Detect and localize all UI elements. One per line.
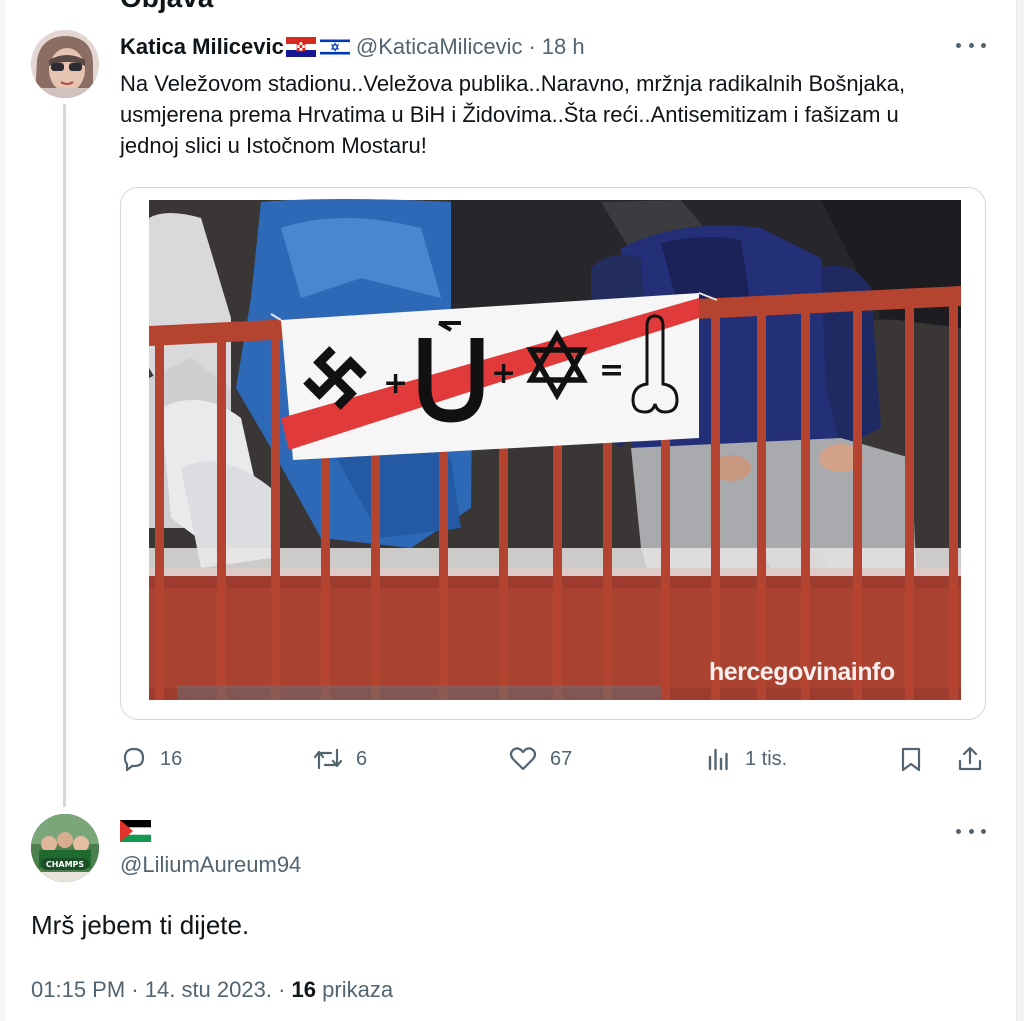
palestine-flag-icon	[120, 820, 151, 842]
more-options-icon[interactable]	[956, 826, 986, 836]
separator-dot: ·	[528, 34, 536, 59]
heart-icon	[509, 747, 537, 771]
repost-count: 6	[356, 747, 368, 770]
reply-author-handle[interactable]: @LiliumAureum94	[120, 852, 301, 878]
bookmark-button[interactable]	[898, 742, 936, 776]
author-name[interactable]: Katica Milicevic	[120, 34, 284, 60]
analytics-icon	[708, 748, 728, 771]
reply-avatar-image: CHAMPS	[31, 814, 99, 882]
repost-button[interactable]: 6	[312, 742, 367, 776]
separator-dot: ·	[131, 977, 139, 1002]
thread-connector-line	[63, 104, 66, 807]
stadium-banner-photo: + + =	[149, 199, 961, 719]
author-handle[interactable]: @KaticaMilicevic	[356, 34, 523, 60]
reply-count: 16	[160, 747, 183, 770]
views-button[interactable]: 1 tis.	[705, 742, 787, 776]
share-button[interactable]	[956, 742, 996, 776]
media-watermark: hercegovinainfo	[709, 658, 895, 686]
croatia-flag-icon	[285, 37, 316, 57]
avatar-text: CHAMPS	[46, 860, 85, 869]
svg-text:+: +	[383, 366, 408, 401]
post-meta: 01:15 PM · 14. stu 2023. · 16 prikaza	[31, 977, 393, 1003]
window-left-edge	[0, 0, 6, 1021]
window-scrollbar[interactable]	[1016, 0, 1024, 1021]
svg-text:+: +	[491, 356, 516, 391]
post-time[interactable]: 01:15 PM	[31, 977, 125, 1002]
author-avatar-image	[31, 30, 99, 98]
view-label: prikaza	[322, 977, 394, 1002]
view-count: 1 tis.	[745, 747, 788, 770]
repost-icon	[313, 748, 343, 770]
tweet-header: Katica Milicevic @KaticaMilicevic · 18 h	[120, 32, 585, 62]
tweet-media-image[interactable]: + + = hercegovinainfo	[120, 187, 986, 720]
post-date[interactable]: 14. stu 2023.	[145, 977, 272, 1002]
page-title: Objava	[120, 0, 213, 14]
view-count: 16	[291, 977, 317, 1002]
israel-flag-icon	[319, 37, 350, 57]
avatar[interactable]: CHAMPS	[31, 814, 99, 882]
reply-button[interactable]: 16	[120, 742, 182, 776]
share-icon	[958, 746, 982, 771]
separator-dot: ·	[278, 977, 286, 1002]
tweet-text: Na Veležovom stadionu..Veležova publika.…	[120, 71, 906, 158]
more-options-icon[interactable]	[956, 40, 986, 50]
tweet-actions-bar: 16 6 67 1 tis.	[120, 742, 986, 776]
tweet-time[interactable]: 18 h	[542, 34, 585, 60]
bookmark-icon	[901, 747, 921, 772]
like-button[interactable]: 67	[508, 742, 572, 776]
back-arrow-icon[interactable]	[48, 0, 74, 2]
like-count: 67	[550, 747, 573, 770]
reply-icon	[123, 747, 145, 772]
svg-text:=: =	[599, 353, 624, 388]
avatar[interactable]	[31, 30, 99, 98]
reply-text: Mrš jebem ti dijete.	[31, 910, 250, 940]
